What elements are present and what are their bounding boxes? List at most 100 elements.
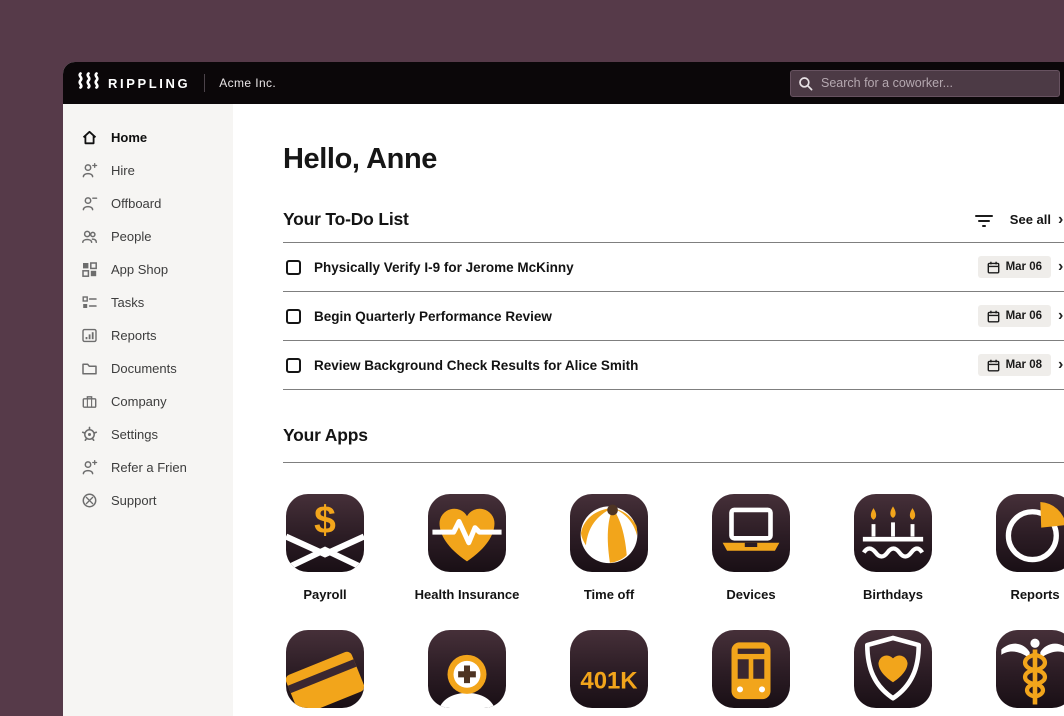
sidebar-item-label: Hire <box>111 163 135 178</box>
laptop-icon <box>712 494 790 572</box>
company-name: Acme Inc. <box>219 76 276 90</box>
grid-icon <box>81 261 98 278</box>
people-icon <box>81 228 98 245</box>
sidebar-item-label: Support <box>111 493 157 508</box>
gear-icon <box>81 426 98 443</box>
birthday-cake-icon <box>854 494 932 572</box>
apps-row-2: 401K <box>286 630 1064 708</box>
search-icon <box>798 76 813 91</box>
home-icon <box>81 129 98 146</box>
medical-plus-icon <box>428 630 506 708</box>
coworker-search <box>790 70 1060 97</box>
app-medical[interactable] <box>428 630 506 708</box>
app-401k[interactable]: 401K <box>570 630 648 708</box>
sidebar-item-company[interactable]: Company <box>63 385 233 418</box>
topbar-divider <box>204 74 205 92</box>
svg-text:$: $ <box>314 499 336 542</box>
todo-list: Physically Verify I-9 for Jerome McKinny… <box>283 242 1064 390</box>
transit-icon <box>712 630 790 708</box>
filter-icon[interactable] <box>974 212 994 228</box>
caduceus-icon <box>996 630 1064 708</box>
desktop-backdrop: { "colors": { "backdrop": "#563a49", "to… <box>0 0 1064 716</box>
lifebuoy-icon <box>81 492 98 509</box>
todo-row[interactable]: Physically Verify I-9 for Jerome McKinny… <box>283 243 1064 292</box>
401k-icon: 401K <box>570 630 648 708</box>
sidebar-item-label: Refer a Frien <box>111 460 187 475</box>
due-date-chip[interactable]: Mar 06 <box>978 305 1051 327</box>
app-life-insurance[interactable] <box>854 630 932 708</box>
heart-pulse-icon <box>428 494 506 572</box>
sidebar-item-label: Tasks <box>111 295 144 310</box>
todo-checkbox[interactable] <box>286 309 301 324</box>
apps-section-header: Your Apps <box>283 425 1064 463</box>
calendar-icon <box>987 261 1000 274</box>
sidebar-item-people[interactable]: People <box>63 220 233 253</box>
pie-chart-icon <box>996 494 1064 572</box>
app-reports[interactable]: Reports <box>996 494 1064 602</box>
svg-text:401K: 401K <box>580 668 638 695</box>
briefcase-icon <box>81 393 98 410</box>
todo-row[interactable]: Review Background Check Results for Alic… <box>283 341 1064 390</box>
app-medical-benefits[interactable] <box>996 630 1064 708</box>
app-birthdays[interactable]: Birthdays <box>854 494 932 602</box>
sidebar-item-label: App Shop <box>111 262 168 277</box>
credit-card-icon <box>286 630 364 708</box>
top-navbar: RIPPLING Acme Inc. <box>63 62 1064 104</box>
sidebar-item-hire[interactable]: Hire <box>63 154 233 187</box>
apps-row-1: $ Payroll Health Insurance <box>286 494 1064 602</box>
app-health-insurance[interactable]: Health Insurance <box>428 494 506 602</box>
sidebar-item-reports[interactable]: Reports <box>63 319 233 352</box>
sidebar-item-support[interactable]: Support <box>63 484 233 517</box>
tasks-icon <box>81 294 98 311</box>
search-input[interactable] <box>790 70 1060 97</box>
todo-checkbox[interactable] <box>286 358 301 373</box>
see-all-button[interactable]: See all › <box>1010 212 1064 228</box>
sidebar-item-offboard[interactable]: Offboard <box>63 187 233 220</box>
app-commuter[interactable] <box>712 630 790 708</box>
sidebar-item-label: Home <box>111 130 147 145</box>
shield-heart-icon <box>854 630 932 708</box>
app-payroll[interactable]: $ Payroll <box>286 494 364 602</box>
sidebar-item-label: People <box>111 229 151 244</box>
sidebar-item-app-shop[interactable]: App Shop <box>63 253 233 286</box>
folder-icon <box>81 360 98 377</box>
todo-section-header: Your To-Do List See all › <box>283 209 1064 242</box>
bar-chart-icon <box>81 327 98 344</box>
app-window: RIPPLING Acme Inc. Home <box>63 62 1064 716</box>
chevron-right-icon: › <box>1058 357 1064 373</box>
brand-name: RIPPLING <box>108 76 190 91</box>
sidebar-item-label: Company <box>111 394 167 409</box>
due-date-chip[interactable]: Mar 06 <box>978 256 1051 278</box>
apps-title: Your Apps <box>283 425 368 446</box>
sidebar-item-label: Settings <box>111 427 158 442</box>
todo-title: Your To-Do List <box>283 209 409 230</box>
calendar-icon <box>987 359 1000 372</box>
rippling-wave-icon <box>77 72 101 94</box>
sidebar-item-home[interactable]: Home <box>63 121 233 154</box>
sidebar-item-settings[interactable]: Settings <box>63 418 233 451</box>
chevron-right-icon: › <box>1058 212 1064 228</box>
todo-checkbox[interactable] <box>286 260 301 275</box>
sidebar-item-label: Documents <box>111 361 177 376</box>
rippling-logo[interactable]: RIPPLING <box>77 72 190 94</box>
person-add-icon <box>81 459 98 476</box>
calendar-icon <box>987 310 1000 323</box>
sidebar: Home Hire Offboard <box>63 104 233 716</box>
due-date-chip[interactable]: Mar 08 <box>978 354 1051 376</box>
sidebar-item-tasks[interactable]: Tasks <box>63 286 233 319</box>
main-content: Hello, Anne Your To-Do List See all › <box>233 104 1064 716</box>
app-time-off[interactable]: Time off <box>570 494 648 602</box>
todo-row[interactable]: Begin Quarterly Performance Review Mar 0… <box>283 292 1064 341</box>
app-devices[interactable]: Devices <box>712 494 790 602</box>
person-remove-icon <box>81 195 98 212</box>
sidebar-item-refer-a-friend[interactable]: Refer a Frien <box>63 451 233 484</box>
sidebar-item-label: Reports <box>111 328 157 343</box>
payroll-envelope-icon: $ <box>286 494 364 572</box>
beach-ball-icon <box>570 494 648 572</box>
sidebar-item-documents[interactable]: Documents <box>63 352 233 385</box>
app-credit-card[interactable] <box>286 630 364 708</box>
person-add-icon <box>81 162 98 179</box>
chevron-right-icon: › <box>1058 308 1064 324</box>
sidebar-item-label: Offboard <box>111 196 161 211</box>
page-title: Hello, Anne <box>283 143 1064 176</box>
